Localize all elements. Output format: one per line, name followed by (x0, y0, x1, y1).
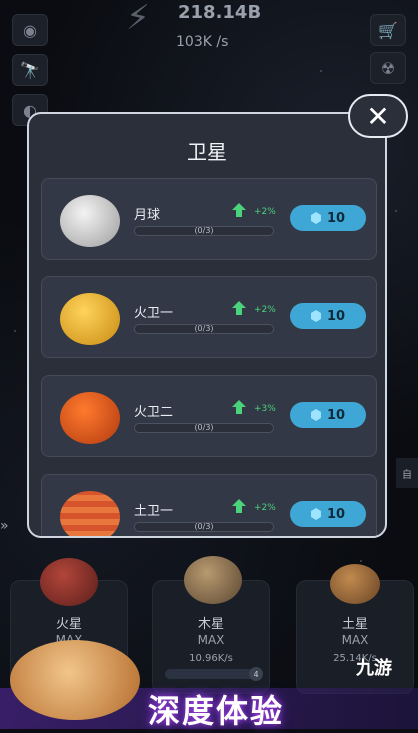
progress-text: (0/3) (194, 324, 214, 333)
progress-bar: (0/3) (134, 423, 274, 433)
price: 10 (326, 506, 346, 522)
planet-name: 火星 (55, 617, 82, 632)
mars-planet-image (40, 558, 98, 606)
upgrade-arrow-icon (232, 203, 246, 217)
bonus-percent: +2% (254, 207, 276, 217)
right-side-tab[interactable]: 自 (396, 458, 418, 488)
progress-bar: (0/3) (134, 226, 274, 236)
planet-status: MAX (197, 633, 225, 647)
gem-icon (310, 212, 321, 224)
satellite-name: 土卫一 (134, 504, 174, 519)
upgrade-arrow-icon (232, 499, 246, 513)
buy-button[interactable]: 10 (290, 501, 366, 527)
moon-icon (60, 195, 120, 247)
satellite-item-deimos: 火卫二 +3% (0/3) 10 (41, 375, 377, 457)
progress-text: (0/3) (194, 423, 214, 432)
buy-button[interactable]: 10 (290, 205, 366, 231)
satellite-item-moon: 月球 +2% (0/3) 10 (41, 178, 377, 260)
jupiter-planet-image (184, 556, 242, 604)
telescope-icon: 🔭 (20, 60, 40, 80)
mimas-icon (60, 491, 120, 536)
gem-icon (310, 310, 321, 322)
left-expand-arrows[interactable]: » (0, 518, 20, 548)
eye-icon: ◉ (23, 20, 37, 40)
upgrade-arrow-icon (232, 400, 246, 414)
upgrade-arrow-icon (232, 301, 246, 315)
shop-button[interactable]: 🛒 (370, 14, 406, 46)
satellite-name: 火卫一 (134, 306, 174, 321)
bonus-percent: +2% (254, 305, 276, 315)
progress-bar: (0/3) (134, 522, 274, 532)
brand-logo: 九游 (356, 658, 392, 679)
satellite-modal: 卫星 月球 +2% (0/3) 10 火卫一 +2% (0/3) 10 火卫二 … (27, 112, 387, 538)
energy-amount: 218.14B (178, 2, 262, 23)
radiation-button[interactable]: ☢ (370, 52, 406, 84)
close-icon: ✕ (366, 99, 390, 133)
satellite-item-phobos: 火卫一 +2% (0/3) 10 (41, 276, 377, 358)
banner-title: 深度体验 (148, 692, 285, 730)
price: 10 (326, 407, 346, 423)
lightning-icon: ⚡ (126, 0, 150, 38)
buy-button[interactable]: 10 (290, 402, 366, 428)
telescope-button[interactable]: 🔭 (12, 54, 48, 86)
energy-counter: ⚡ 218.14B 103K /s (120, 0, 320, 60)
gem-icon (310, 409, 321, 421)
planet-status: MAX (341, 633, 369, 647)
saturn-banner-art (10, 640, 140, 720)
price: 10 (326, 210, 346, 226)
gem-icon (310, 508, 321, 520)
phobos-icon (60, 293, 120, 345)
buy-button[interactable]: 10 (290, 303, 366, 329)
satellite-name: 月球 (134, 208, 161, 223)
energy-rate: 103K /s (176, 34, 229, 50)
progress-text: (0/3) (194, 226, 214, 235)
modal-title: 卫星 (187, 140, 227, 164)
saturn-planet-image (330, 564, 380, 604)
radiation-icon: ☢ (380, 58, 396, 78)
bonus-percent: +2% (254, 503, 276, 513)
planet-name: 土星 (341, 617, 368, 632)
satellite-name: 火卫二 (134, 405, 174, 420)
cart-icon: 🛒 (378, 20, 398, 40)
planet-name: 木星 (197, 617, 224, 632)
satellite-item-mimas: 土卫一 +2% (0/3) 10 (41, 474, 377, 536)
close-button[interactable]: ✕ (348, 94, 408, 138)
eye-button[interactable]: ◉ (12, 14, 48, 46)
progress-bar: (0/3) (134, 324, 274, 334)
progress-text: (0/3) (194, 522, 214, 531)
price: 10 (326, 308, 346, 324)
bonus-percent: +3% (254, 404, 276, 414)
deimos-icon (60, 392, 120, 444)
